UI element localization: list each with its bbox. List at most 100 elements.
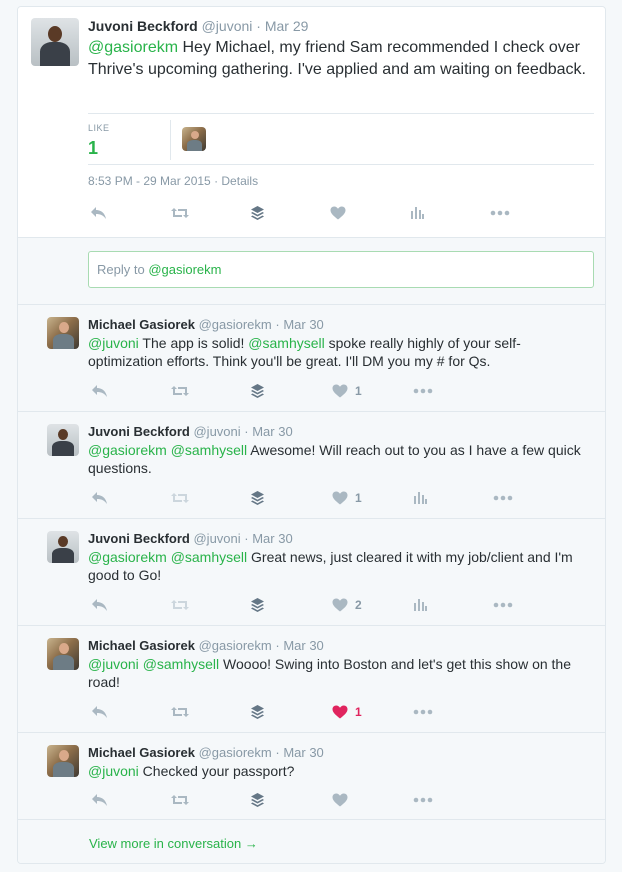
author-handle[interactable]: @gasiorekm bbox=[199, 638, 272, 653]
tweet-header: Juvoni Beckford @juvoni · Mar 29 bbox=[88, 17, 308, 35]
retweet-icon[interactable] bbox=[170, 489, 190, 507]
mention-link[interactable]: @gasiorekm bbox=[88, 549, 167, 565]
mention-link[interactable]: @juvoni bbox=[88, 656, 139, 672]
buffer-stack-icon[interactable] bbox=[250, 596, 265, 614]
more-dots-icon[interactable] bbox=[413, 382, 433, 400]
like-count: 2 bbox=[355, 598, 362, 612]
reply-actions: 2 bbox=[91, 596, 513, 614]
avatar-juvoni[interactable] bbox=[47, 531, 79, 563]
retweet-icon[interactable] bbox=[170, 596, 190, 614]
more-dots-icon[interactable] bbox=[493, 489, 513, 507]
mention-link[interactable]: @samhysell bbox=[171, 549, 247, 565]
reply-tweet[interactable]: Michael Gasiorek @gasiorekm · Mar 30 @ju… bbox=[18, 304, 605, 411]
reply-icon[interactable] bbox=[91, 489, 108, 507]
reply-text: @gasiorekm @samhysell Great news, just c… bbox=[88, 548, 593, 584]
view-more-section: View more in conversation → bbox=[18, 819, 605, 863]
author-handle[interactable]: @juvoni bbox=[193, 424, 240, 439]
tweet-date[interactable]: · Mar 29 bbox=[256, 18, 308, 34]
tweet-stats: LIKE 1 bbox=[88, 113, 594, 165]
reply-icon[interactable] bbox=[91, 596, 108, 614]
reply-actions: 1 bbox=[91, 703, 511, 721]
tweet-date[interactable]: · Mar 30 bbox=[244, 531, 292, 546]
mention-link[interactable]: @gasiorekm bbox=[88, 39, 178, 56]
reply-area: Reply to @gasiorekm bbox=[18, 237, 605, 304]
author-handle[interactable]: @juvoni bbox=[202, 18, 253, 34]
reply-input[interactable]: Reply to @gasiorekm bbox=[88, 251, 594, 288]
reply-header: Juvoni Beckford @juvoni · Mar 30 bbox=[88, 530, 293, 547]
reply-mention: @gasiorekm bbox=[148, 262, 222, 277]
reply-tweet[interactable]: Michael Gasiorek @gasiorekm · Mar 30 @ju… bbox=[18, 732, 605, 819]
retweet-icon[interactable] bbox=[170, 382, 190, 400]
more-dots-icon[interactable] bbox=[413, 791, 433, 809]
reply-body-part: The app is solid! bbox=[138, 335, 249, 351]
reply-prefix: Reply to bbox=[97, 262, 149, 277]
reply-icon[interactable] bbox=[91, 703, 108, 721]
mention-link[interactable]: @samhysell bbox=[248, 335, 324, 351]
analytics-icon[interactable] bbox=[413, 596, 427, 614]
retweet-icon[interactable] bbox=[170, 204, 190, 222]
analytics-icon[interactable] bbox=[410, 204, 424, 222]
reply-tweet[interactable]: Juvoni Beckford @juvoni · Mar 30 @gasior… bbox=[18, 411, 605, 518]
main-tweet[interactable]: Juvoni Beckford @juvoni · Mar 29 @gasior… bbox=[18, 7, 605, 237]
tweet-date[interactable]: · Mar 30 bbox=[275, 317, 323, 332]
mention-link[interactable]: @samhysell bbox=[143, 656, 219, 672]
author-handle[interactable]: @gasiorekm bbox=[199, 317, 272, 332]
more-dots-icon[interactable] bbox=[493, 596, 513, 614]
avatar-juvoni[interactable] bbox=[31, 18, 79, 66]
like-count: 1 bbox=[355, 705, 362, 719]
tweet-date[interactable]: · Mar 30 bbox=[244, 424, 292, 439]
like-count[interactable]: 1 bbox=[88, 138, 98, 159]
reply-body-part: Checked your passport? bbox=[138, 763, 295, 779]
author-name[interactable]: Juvoni Beckford bbox=[88, 424, 190, 439]
buffer-stack-icon[interactable] bbox=[250, 204, 265, 222]
like-count: 1 bbox=[355, 384, 362, 398]
reply-tweet[interactable]: Juvoni Beckford @juvoni · Mar 30 @gasior… bbox=[18, 518, 605, 625]
avatar-michael[interactable] bbox=[47, 638, 79, 670]
reply-actions bbox=[91, 791, 511, 809]
author-name[interactable]: Michael Gasiorek bbox=[88, 638, 195, 653]
like-heart-icon[interactable] bbox=[332, 791, 348, 809]
like-count: 1 bbox=[355, 491, 362, 505]
tweet-date[interactable]: · Mar 30 bbox=[275, 745, 323, 760]
mention-link[interactable]: @juvoni bbox=[88, 763, 139, 779]
author-name[interactable]: Michael Gasiorek bbox=[88, 745, 195, 760]
more-dots-icon[interactable] bbox=[413, 703, 433, 721]
tweet-timestamp[interactable]: 8:53 PM - 29 Mar 2015 · Details bbox=[88, 174, 258, 188]
like-heart-icon[interactable]: 2 bbox=[332, 596, 362, 614]
view-more-link[interactable]: View more in conversation → bbox=[89, 836, 258, 851]
reply-icon[interactable] bbox=[90, 204, 107, 222]
like-heart-icon[interactable]: 1 bbox=[332, 382, 362, 400]
like-heart-icon[interactable] bbox=[330, 204, 346, 222]
mention-link[interactable]: @gasiorekm bbox=[88, 442, 167, 458]
author-handle[interactable]: @gasiorekm bbox=[199, 745, 272, 760]
reply-icon[interactable] bbox=[91, 791, 108, 809]
reply-header: Michael Gasiorek @gasiorekm · Mar 30 bbox=[88, 637, 324, 654]
reply-text: @juvoni The app is solid! @samhysell spo… bbox=[88, 334, 593, 370]
retweet-icon[interactable] bbox=[170, 791, 190, 809]
reply-header: Michael Gasiorek @gasiorekm · Mar 30 bbox=[88, 316, 324, 333]
buffer-stack-icon[interactable] bbox=[250, 382, 265, 400]
buffer-stack-icon[interactable] bbox=[250, 703, 265, 721]
reply-icon[interactable] bbox=[91, 382, 108, 400]
reply-tweet[interactable]: Michael Gasiorek @gasiorekm · Mar 30 @ju… bbox=[18, 625, 605, 732]
like-heart-icon[interactable]: 1 bbox=[332, 703, 362, 721]
tweet-date[interactable]: · Mar 30 bbox=[275, 638, 323, 653]
author-name[interactable]: Juvoni Beckford bbox=[88, 18, 198, 34]
buffer-stack-icon[interactable] bbox=[250, 791, 265, 809]
author-name[interactable]: Michael Gasiorek bbox=[88, 317, 195, 332]
like-heart-icon[interactable]: 1 bbox=[332, 489, 362, 507]
buffer-stack-icon[interactable] bbox=[250, 489, 265, 507]
reply-header: Juvoni Beckford @juvoni · Mar 30 bbox=[88, 423, 293, 440]
more-dots-icon[interactable] bbox=[490, 204, 510, 222]
avatar-michael[interactable] bbox=[47, 745, 79, 777]
avatar-juvoni[interactable] bbox=[47, 424, 79, 456]
mention-link[interactable]: @samhysell bbox=[171, 442, 247, 458]
avatar-michael[interactable] bbox=[47, 317, 79, 349]
retweet-icon[interactable] bbox=[170, 703, 190, 721]
stats-divider bbox=[170, 120, 171, 160]
liker-avatar[interactable] bbox=[182, 127, 206, 151]
author-name[interactable]: Juvoni Beckford bbox=[88, 531, 190, 546]
mention-link[interactable]: @juvoni bbox=[88, 335, 139, 351]
author-handle[interactable]: @juvoni bbox=[193, 531, 240, 546]
analytics-icon[interactable] bbox=[413, 489, 427, 507]
